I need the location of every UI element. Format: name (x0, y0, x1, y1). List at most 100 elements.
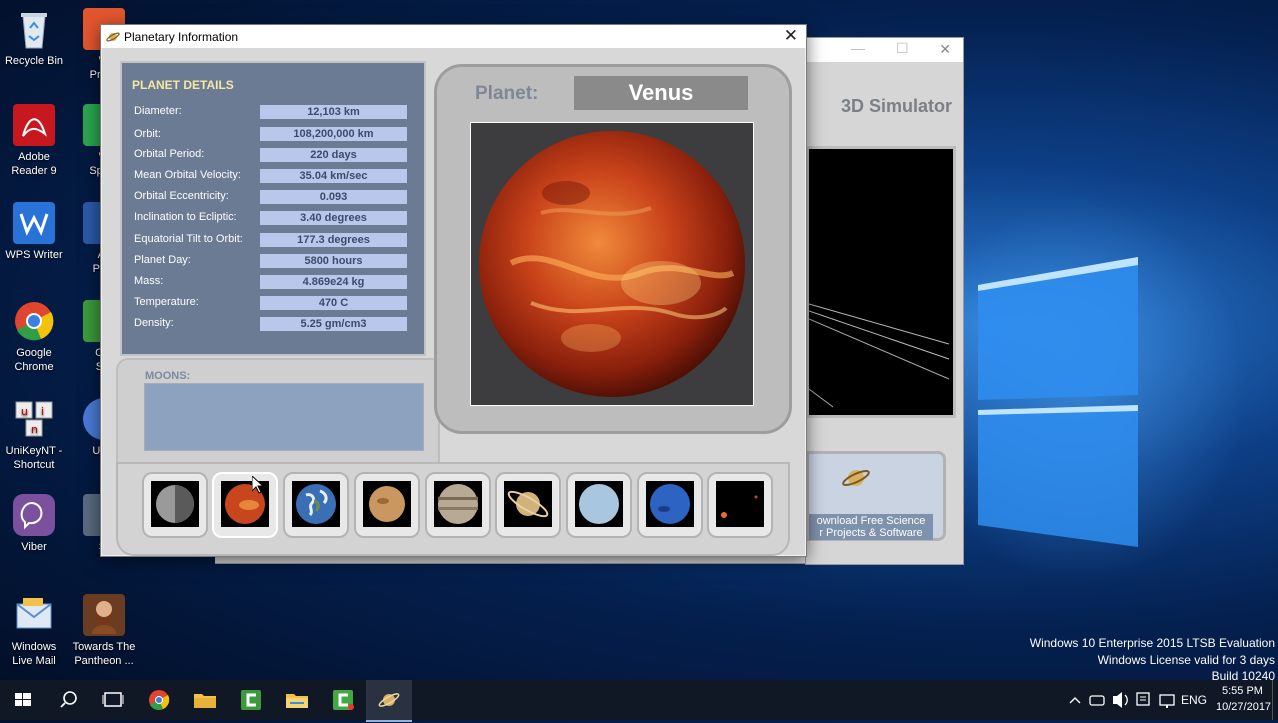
desktop-icon-google-chrome[interactable]: Google Chrome (0, 300, 68, 374)
mouse-cursor-icon (252, 476, 264, 494)
planet-app-icon (378, 693, 400, 707)
planet-thumb-mercury[interactable] (142, 472, 208, 538)
camtasia-recorder-icon (333, 690, 354, 710)
close-icon[interactable]: ✕ (939, 41, 951, 58)
desktop-icon-recycle-bin[interactable]: Recycle Bin (0, 8, 68, 68)
neptune-thumb-image (646, 481, 694, 527)
wps-writer-icon (13, 202, 55, 244)
venus-globe-image (479, 131, 745, 397)
taskbar-camtasia[interactable] (228, 680, 274, 720)
density-label: Density: (134, 317, 174, 329)
clock-time[interactable]: 5:55 PM (1222, 685, 1263, 697)
simulator-titlebar[interactable]: — ☐ ✕ (806, 38, 963, 62)
simulator-viewport[interactable] (806, 146, 956, 418)
density-value: 5.25 gm/cm3 (260, 317, 407, 331)
task-view-icon (102, 692, 124, 707)
moons-title: MOONS: (145, 370, 191, 382)
clock-date[interactable]: 10/27/2017 (1216, 701, 1271, 713)
planet-thumb-mars[interactable] (354, 472, 420, 538)
planet-thumb-saturn[interactable] (495, 472, 561, 538)
saturn-icon (842, 470, 870, 486)
svg-text:u: u (21, 405, 28, 418)
mars-thumb-image (363, 481, 411, 527)
download-science-ad[interactable]: ownload Free Science r Projects & Softwa… (806, 451, 946, 541)
planet-thumb-earth[interactable] (283, 472, 349, 538)
adobe-reader-icon (13, 104, 55, 146)
app-saturn-icon (106, 32, 120, 42)
desktop-icon-wps-writer[interactable]: WPS Writer (0, 202, 68, 262)
temperature-value: 470 C (260, 296, 407, 310)
orbit-label: Orbit: (134, 128, 161, 140)
maximize-icon[interactable]: ☐ (896, 40, 909, 57)
ad-text-line2: r Projects & Software (819, 527, 923, 539)
planet-thumb-uranus[interactable] (566, 472, 632, 538)
desktop-icon-label: WPS Writer (5, 249, 63, 261)
taskbar-pinned-folder[interactable] (182, 680, 228, 720)
planet-thumb-pluto[interactable] (707, 472, 773, 538)
svg-text:i: i (41, 405, 44, 418)
dialog-body: PLANET DETAILS Diameter: 12,103 km Orbit… (102, 48, 805, 556)
show-desktop-button[interactable] (1272, 680, 1278, 720)
planet-day-value: 5800 hours (260, 254, 407, 268)
desktop-icon-label: Towards The Pantheon ... (72, 641, 136, 667)
viber-icon (13, 494, 55, 536)
earth-thumb-image (292, 481, 340, 527)
desktop-icon-label: Google Chrome (14, 347, 54, 373)
ad-text-line1: ownload Free Science (816, 515, 926, 527)
dialog-titlebar[interactable]: Planetary Information ✕ (101, 25, 806, 48)
background-simulator-window[interactable]: — ☐ ✕ 3D Simulator ownload Free Science … (805, 37, 964, 565)
planet-display-panel: Planet: Venus (434, 64, 792, 434)
desktop-icon-label: Adobe Reader 9 (11, 151, 57, 177)
desktop-icon-label: UniKeyNT - Shortcut (5, 445, 63, 471)
jupiter-thumb-image (434, 481, 482, 527)
language-indicator[interactable]: ENG (1181, 693, 1207, 707)
planet-thumb-neptune[interactable] (637, 472, 703, 538)
taskbar-file-explorer[interactable] (274, 680, 320, 720)
desktop-icon-label: Viber (21, 541, 47, 553)
planetary-information-window[interactable]: Planetary Information ✕ PLANET DETAILS D… (100, 24, 807, 557)
inclination-value: 3.40 degrees (260, 211, 407, 225)
close-button[interactable]: ✕ (784, 26, 798, 46)
chrome-icon (13, 300, 55, 342)
taskbar-camtasia-recorder[interactable] (320, 680, 366, 720)
uranus-thumb-image (575, 481, 623, 527)
equatorial-tilt-label: Equatorial Tilt to Orbit: (134, 233, 243, 245)
unikey-icon: uin (13, 398, 55, 440)
camtasia-icon (241, 690, 261, 710)
desktop-icon-windows-live-mail[interactable]: Windows Live Mail (0, 594, 68, 668)
minimize-icon[interactable]: — (851, 40, 865, 56)
start-button[interactable] (0, 680, 46, 720)
start-icon (15, 693, 31, 706)
mass-value: 4.869e24 kg (260, 275, 407, 289)
desktop-icon-adobe-reader[interactable]: Adobe Reader 9 (0, 104, 68, 178)
taskbar-planetary-app[interactable] (366, 680, 412, 722)
live-mail-icon (13, 594, 55, 636)
ad-text[interactable]: ownload Free Science r Projects & Softwa… (809, 514, 933, 540)
pluto-thumb-image (716, 481, 764, 527)
folder-icon (194, 694, 216, 708)
task-view-button[interactable] (90, 680, 136, 720)
desktop-icon-towards-the-pantheon[interactable]: Towards The Pantheon ... (70, 594, 138, 668)
saturn-thumb-image (504, 481, 552, 527)
diameter-value: 12,103 km (260, 105, 407, 119)
search-icon (60, 691, 77, 708)
planet-thumb-venus[interactable] (212, 472, 278, 538)
planet-thumb-jupiter[interactable] (425, 472, 491, 538)
pantheon-icon (83, 594, 125, 636)
planet-details-panel: PLANET DETAILS Diameter: 12,103 km Orbit… (120, 61, 426, 356)
desktop-icon-unikey[interactable]: uin UniKeyNT - Shortcut (0, 398, 68, 472)
file-explorer-icon (286, 694, 308, 708)
orbit-lines-graphic (808, 303, 950, 408)
windows-watermark-line1: Windows 10 Enterprise 2015 LTSB Evaluati… (1029, 636, 1275, 650)
temperature-label: Temperature: (134, 296, 199, 308)
taskbar-chrome[interactable] (136, 680, 182, 720)
desktop-icon-viber[interactable]: Viber (0, 494, 68, 554)
search-button[interactable] (46, 680, 92, 720)
planet-selector-bar (116, 462, 790, 556)
moons-list[interactable] (144, 383, 424, 451)
mercury-thumb-image (151, 481, 199, 527)
orbital-eccentricity-label: Orbital Eccentricity: (134, 190, 229, 202)
mass-label: Mass: (134, 275, 164, 287)
mean-orbital-velocity-value: 35.04 km/sec (260, 169, 407, 183)
orbital-eccentricity-value: 0.093 (260, 190, 407, 204)
